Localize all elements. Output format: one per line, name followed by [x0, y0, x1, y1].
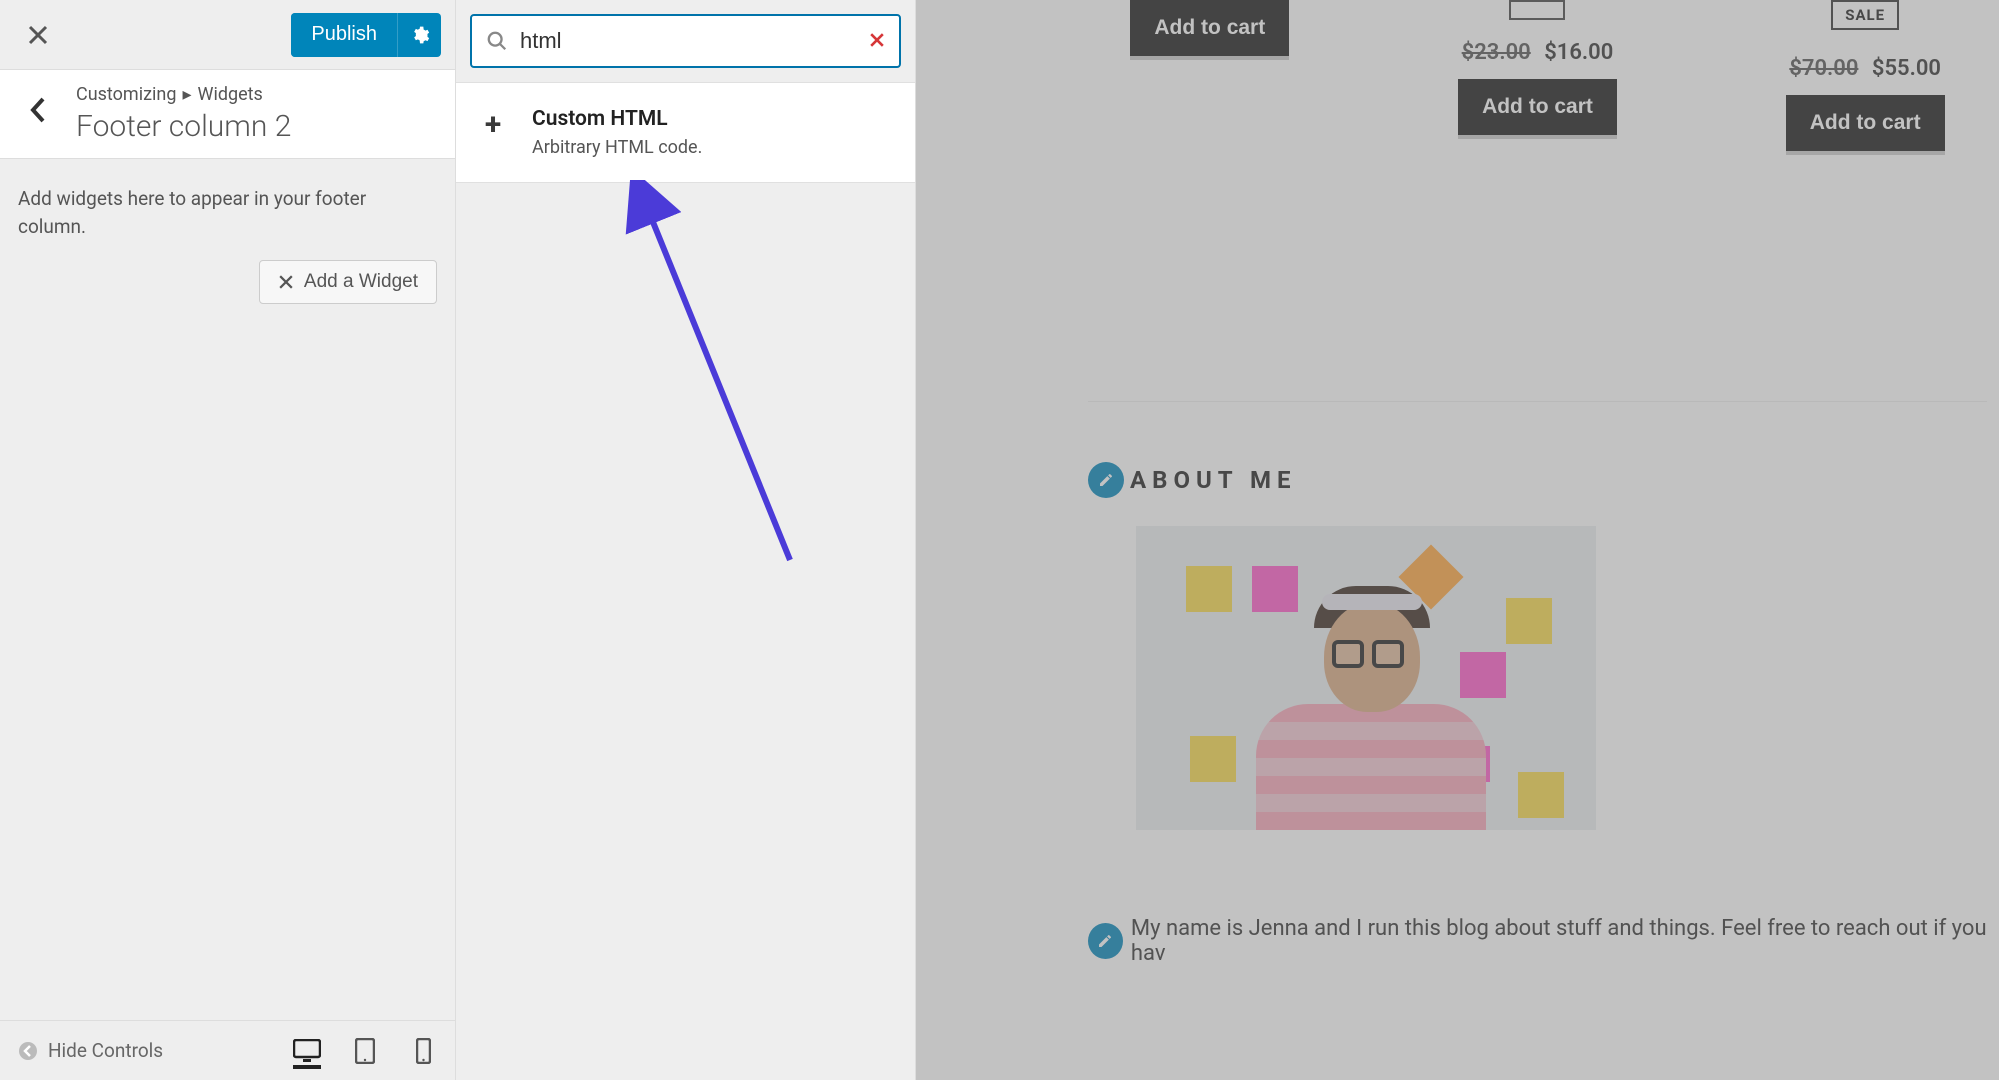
panel-title: Footer column 2 — [76, 109, 291, 144]
search-icon — [486, 30, 508, 52]
breadcrumb-root: Customizing — [76, 84, 176, 105]
breadcrumb-separator: ▸ — [182, 84, 191, 105]
sticky-note-icon — [1190, 736, 1236, 782]
panel-description: Add widgets here to appear in your foote… — [0, 159, 455, 260]
widget-picker-panel: + Custom HTML Arbitrary HTML code. — [456, 0, 916, 1080]
price-new: $55.00 — [1872, 56, 1941, 81]
add-to-cart-button[interactable]: Add to cart — [1786, 95, 1945, 151]
sale-badge: SALE — [1831, 0, 1899, 30]
section-divider — [1088, 401, 1987, 402]
about-section: ABOUT ME — [1076, 462, 1999, 966]
sale-badge-placeholder — [1509, 0, 1565, 20]
about-text-row: My name is Jenna and I run this blog abo… — [1088, 916, 1999, 966]
about-heading: ABOUT ME — [1130, 466, 1297, 494]
add-widget-button[interactable]: Add a Widget — [259, 260, 437, 304]
about-text: My name is Jenna and I run this blog abo… — [1131, 916, 1999, 966]
customizer-breadcrumb-row: Customizing ▸ Widgets Footer column 2 — [0, 70, 455, 159]
site-preview: Add to cart $23.00 $16.00 Add to cart SA… — [916, 0, 1999, 1080]
price-new: $16.00 — [1544, 40, 1613, 65]
pencil-icon — [1098, 472, 1114, 488]
close-customizer-button[interactable] — [14, 11, 62, 59]
person-illustration — [1276, 576, 1466, 830]
gear-icon — [410, 25, 430, 45]
plus-icon: + — [478, 107, 508, 158]
customizer-panel: Publish Customizing ▸ Widgets Footer col… — [0, 0, 456, 1080]
tablet-icon — [355, 1038, 375, 1064]
close-icon — [27, 24, 49, 46]
desktop-icon — [293, 1039, 321, 1063]
product-price: $70.00 $55.00 — [1789, 56, 1941, 81]
hide-controls-button[interactable]: Hide Controls — [18, 1039, 163, 1062]
add-to-cart-button[interactable]: Add to cart — [1458, 79, 1617, 135]
sticky-note-icon — [1506, 598, 1552, 644]
customizer-footer-bar: Hide Controls — [0, 1020, 455, 1080]
device-switcher — [293, 1037, 437, 1065]
about-image — [1136, 526, 1596, 830]
widget-result-text: Custom HTML Arbitrary HTML code. — [532, 107, 702, 158]
price-old: $23.00 — [1462, 40, 1531, 65]
customizer-header: Publish — [0, 0, 455, 70]
product-price: $23.00 $16.00 — [1462, 40, 1614, 65]
edit-shortcut-button[interactable] — [1088, 462, 1124, 498]
close-icon — [869, 32, 885, 48]
device-mobile-button[interactable] — [409, 1037, 437, 1065]
widget-search-box — [470, 14, 901, 68]
products-row: Add to cart $23.00 $16.00 Add to cart SA… — [1076, 0, 1999, 151]
widget-result-description: Arbitrary HTML code. — [532, 137, 702, 158]
add-widget-label: Add a Widget — [304, 271, 418, 293]
sticky-note-icon — [1460, 652, 1506, 698]
device-tablet-button[interactable] — [351, 1037, 379, 1065]
widget-result-custom-html[interactable]: + Custom HTML Arbitrary HTML code. — [456, 82, 915, 183]
edit-shortcut-button[interactable] — [1088, 923, 1123, 959]
breadcrumb-section: Widgets — [197, 84, 262, 105]
clear-search-button[interactable] — [869, 29, 885, 54]
pencil-icon — [1097, 933, 1113, 949]
widget-search-input[interactable] — [520, 28, 857, 54]
sticky-note-icon — [1186, 566, 1232, 612]
product-card: SALE $70.00 $55.00 Add to cart — [1731, 0, 1999, 151]
product-card: Add to cart — [1076, 0, 1344, 56]
breadcrumb-block: Customizing ▸ Widgets Footer column 2 — [76, 84, 291, 144]
publish-button[interactable]: Publish — [291, 13, 397, 57]
product-card: $23.00 $16.00 Add to cart — [1404, 0, 1672, 135]
mobile-icon — [416, 1038, 431, 1064]
publish-group: Publish — [291, 13, 441, 57]
widget-result-title: Custom HTML — [532, 107, 702, 131]
sticky-note-icon — [1518, 772, 1564, 818]
chevron-left-icon — [29, 96, 47, 124]
publish-settings-button[interactable] — [397, 13, 441, 57]
collapse-icon — [18, 1041, 38, 1061]
back-button[interactable] — [18, 96, 58, 132]
about-heading-row: ABOUT ME — [1088, 462, 1999, 498]
device-desktop-button[interactable] — [293, 1041, 321, 1069]
close-icon — [278, 274, 294, 290]
price-old: $70.00 — [1789, 56, 1858, 81]
breadcrumb: Customizing ▸ Widgets — [76, 84, 291, 105]
hide-controls-label: Hide Controls — [48, 1039, 163, 1062]
add-to-cart-button[interactable]: Add to cart — [1130, 0, 1289, 56]
